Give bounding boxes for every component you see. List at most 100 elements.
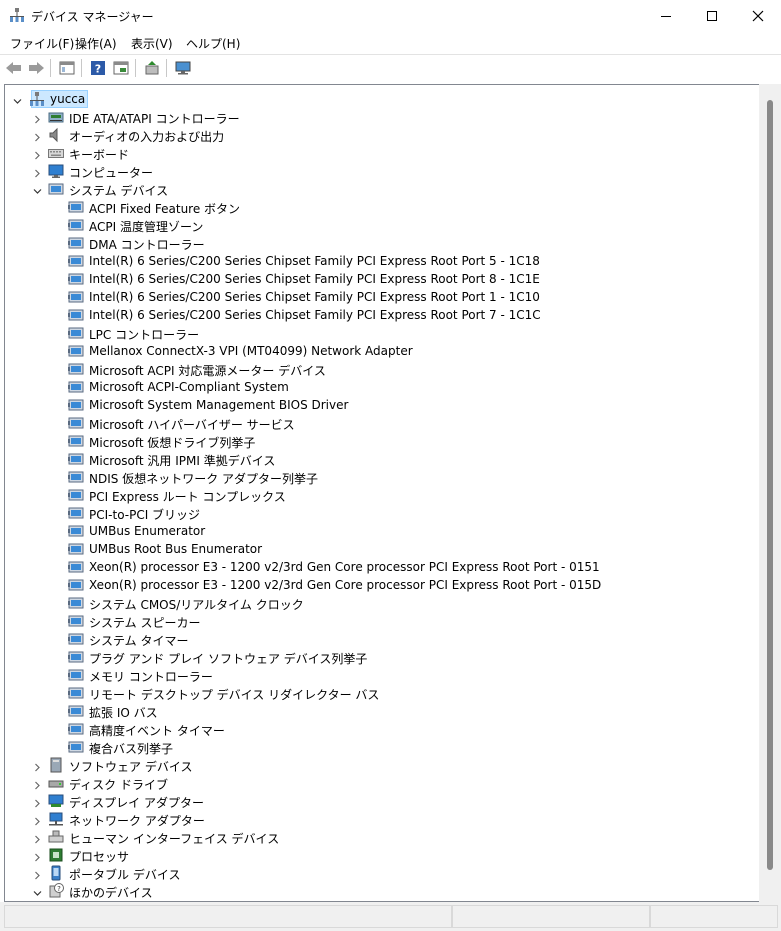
device-item[interactable]: LPC コントローラー (5, 324, 755, 342)
system-device-icon (68, 631, 84, 647)
tree-item-label: システム スピーカー (89, 616, 201, 630)
device-category[interactable]: プロセッサ (5, 846, 755, 864)
tree-item-label: Microsoft ハイパーバイザー サービス (89, 418, 295, 432)
device-item[interactable]: Intel(R) 6 Series/C200 Series Chipset Fa… (5, 306, 755, 324)
device-item[interactable]: 拡張 IO バス (5, 702, 755, 720)
system-device-icon (68, 415, 84, 431)
device-item[interactable]: Intel(R) 6 Series/C200 Series Chipset Fa… (5, 270, 755, 288)
menu-file[interactable]: ファイル(F) (10, 35, 74, 52)
system-device-icon (68, 289, 84, 305)
ide-icon (48, 109, 64, 125)
device-category[interactable]: ヒューマン インターフェイス デバイス (5, 828, 755, 846)
chevron-down-icon[interactable] (13, 95, 22, 104)
chevron-right-icon[interactable] (33, 869, 42, 880)
title-bar: デバイス マネージャー (0, 0, 781, 31)
tree-item-label: Intel(R) 6 Series/C200 Series Chipset Fa… (89, 308, 541, 322)
chevron-right-icon[interactable] (33, 833, 42, 844)
chevron-right-icon[interactable] (33, 149, 42, 160)
device-item[interactable]: Xeon(R) processor E3 - 1200 v2/3rd Gen C… (5, 576, 755, 594)
system-device-icon (68, 613, 84, 629)
device-category[interactable]: キーボード (5, 144, 755, 162)
device-category[interactable]: ディスプレイ アダプター (5, 792, 755, 810)
device-item[interactable]: ACPI Fixed Feature ボタン (5, 198, 755, 216)
minimize-button[interactable] (643, 0, 689, 31)
console-tree-icon (59, 61, 75, 75)
close-button[interactable] (735, 0, 781, 31)
device-item[interactable]: 複合バス列挙子 (5, 738, 755, 756)
chevron-right-icon[interactable] (33, 797, 42, 808)
device-item[interactable]: UMBus Enumerator (5, 522, 755, 540)
device-category[interactable]: コンピューター (5, 162, 755, 180)
maximize-button[interactable] (689, 0, 735, 31)
computer-root-icon (29, 91, 45, 107)
device-item[interactable]: Microsoft System Management BIOS Driver (5, 396, 755, 414)
chevron-right-icon[interactable] (33, 113, 42, 124)
device-item[interactable]: システム タイマー (5, 630, 755, 648)
device-item[interactable]: Intel(R) 6 Series/C200 Series Chipset Fa… (5, 252, 755, 270)
help-button[interactable]: ? (88, 58, 108, 78)
tree-root[interactable]: yucca (5, 90, 755, 108)
chevron-right-icon[interactable] (33, 815, 42, 826)
menu-view[interactable]: 表示(V) (131, 35, 173, 52)
device-category[interactable]: ? ほかのデバイス (5, 882, 755, 900)
chevron-right-icon[interactable] (33, 761, 42, 772)
device-item[interactable]: システム CMOS/リアルタイム クロック (5, 594, 755, 612)
device-item[interactable]: PCI-to-PCI ブリッジ (5, 504, 755, 522)
tree-item-label: Xeon(R) processor E3 - 1200 v2/3rd Gen C… (89, 578, 602, 592)
menu-help[interactable]: ヘルプ(H) (186, 35, 240, 52)
chevron-right-icon[interactable] (33, 851, 42, 862)
tree-item-label: 拡張 IO バス (89, 706, 158, 720)
device-item[interactable]: Microsoft ACPI-Compliant System (5, 378, 755, 396)
device-item[interactable]: UMBus Root Bus Enumerator (5, 540, 755, 558)
vertical-scrollbar[interactable] (759, 84, 781, 902)
system-device-icon (68, 451, 84, 467)
chevron-down-icon[interactable] (33, 887, 42, 896)
device-item[interactable]: Microsoft 汎用 IPMI 準拠デバイス (5, 450, 755, 468)
system-device-icon (68, 217, 84, 233)
device-item[interactable]: メモリ コントローラー (5, 666, 755, 684)
device-item[interactable]: DMA コントローラー (5, 234, 755, 252)
device-category[interactable]: ディスク ドライブ (5, 774, 755, 792)
tree-item-label: Intel(R) 6 Series/C200 Series Chipset Fa… (89, 290, 540, 304)
device-item[interactable]: Mellanox ConnectX-3 VPI (MT04099) Networ… (5, 342, 755, 360)
show-hide-console-tree-button[interactable] (57, 58, 77, 78)
properties-button[interactable] (111, 58, 131, 78)
device-category[interactable]: ポータブル デバイス (5, 864, 755, 882)
back-button[interactable] (4, 58, 24, 78)
update-driver-button[interactable] (142, 58, 162, 78)
device-category[interactable]: ネットワーク アダプター (5, 810, 755, 828)
device-tree[interactable]: yucca IDE ATA/ATAPI コントローラー オーディオの入力および出力キ… (4, 84, 760, 902)
chevron-down-icon[interactable] (33, 185, 42, 194)
software-icon (48, 757, 64, 773)
device-item[interactable]: NDIS 仮想ネットワーク アダプター列挙子 (5, 468, 755, 486)
device-item[interactable]: PCI Express ルート コンプレックス (5, 486, 755, 504)
device-item[interactable]: リモート デスクトップ デバイス リダイレクター バス (5, 684, 755, 702)
tree-item-label: プラグ アンド プレイ ソフトウェア デバイス列挙子 (89, 652, 368, 666)
device-item[interactable]: Microsoft ハイパーバイザー サービス (5, 414, 755, 432)
tree-item-label: Intel(R) 6 Series/C200 Series Chipset Fa… (89, 254, 540, 268)
device-item[interactable]: システム スピーカー (5, 612, 755, 630)
forward-button[interactable] (26, 58, 46, 78)
scrollbar-thumb[interactable] (767, 100, 773, 870)
tree-item-label: システム タイマー (89, 634, 189, 648)
device-item[interactable]: ACPI 温度管理ゾーン (5, 216, 755, 234)
device-category[interactable]: IDE ATA/ATAPI コントローラー (5, 108, 755, 126)
tree-item-label: IDE ATA/ATAPI コントローラー (69, 112, 240, 126)
device-item[interactable]: Microsoft 仮想ドライブ列挙子 (5, 432, 755, 450)
disk-icon (48, 775, 64, 791)
system-device-icon (68, 253, 84, 269)
device-item[interactable]: Intel(R) 6 Series/C200 Series Chipset Fa… (5, 288, 755, 306)
device-item[interactable]: 高精度イベント タイマー (5, 720, 755, 738)
device-item[interactable]: プラグ アンド プレイ ソフトウェア デバイス列挙子 (5, 648, 755, 666)
device-item[interactable]: Microsoft ACPI 対応電源メーター デバイス (5, 360, 755, 378)
device-category[interactable]: ソフトウェア デバイス (5, 756, 755, 774)
chevron-right-icon[interactable] (33, 131, 42, 142)
device-category[interactable]: システム デバイス (5, 180, 755, 198)
menu-action[interactable]: 操作(A) (75, 35, 117, 52)
chevron-right-icon[interactable] (33, 779, 42, 790)
network-icon (48, 811, 64, 827)
chevron-right-icon[interactable] (33, 167, 42, 178)
device-item[interactable]: Xeon(R) processor E3 - 1200 v2/3rd Gen C… (5, 558, 755, 576)
scan-hardware-button[interactable] (174, 58, 194, 78)
device-category[interactable]: オーディオの入力および出力 (5, 126, 755, 144)
